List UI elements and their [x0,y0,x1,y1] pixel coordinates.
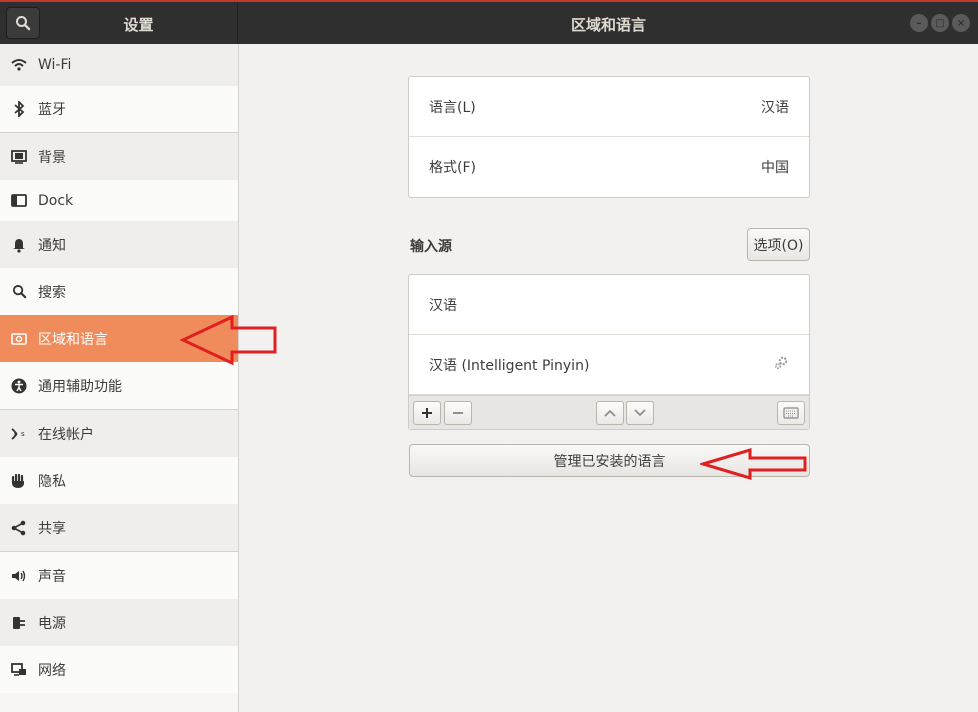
sidebar-header: 设置 [0,2,238,44]
window-controls: – □ × [910,14,970,32]
region-panel: 语言(L) 汉语 格式(F) 中国 [408,76,810,198]
sidebar-item-bluetooth[interactable]: 蓝牙 [0,86,238,132]
share-icon [10,519,28,537]
plus-icon [422,408,432,418]
sidebar-item-label: 在线帐户 [38,426,94,443]
input-source-label: 汉语 (Intelligent Pinyin) [429,357,590,374]
input-sources-panel: 汉语 汉语 (Intelligent Pinyin) [408,274,810,430]
online-accounts-icon: s [10,425,28,443]
privacy-hand-icon [10,472,28,490]
sidebar-item-network[interactable]: 网络 [0,646,238,693]
region-icon [10,330,28,348]
accessibility-icon [10,377,28,395]
wifi-icon [10,56,28,74]
maximize-button[interactable]: □ [931,14,949,32]
sidebar-item-sound[interactable]: 声音 [0,552,238,599]
move-up-button[interactable] [596,401,624,425]
input-sources-toolbar [409,395,809,429]
close-icon: × [956,17,966,29]
sidebar-item-label: 声音 [38,568,66,585]
add-input-source-button[interactable] [413,401,441,425]
sidebar-item-label: Dock [38,192,74,209]
input-source-row[interactable]: 汉语 (Intelligent Pinyin) [409,335,809,395]
language-value: 汉语 [761,99,789,116]
sidebar-item-label: 电源 [38,615,66,632]
sidebar-item-dock[interactable]: Dock [0,180,238,221]
chevron-down-icon [634,409,646,417]
sidebar-item-wifi[interactable]: Wi-Fi [0,44,238,86]
annotation-arrow [700,447,807,481]
bluetooth-icon [10,100,28,118]
dock-icon [10,192,28,210]
sidebar-item-label: 背景 [38,149,66,166]
format-row[interactable]: 格式(F) 中国 [409,137,809,197]
keyboard-layout-button[interactable] [777,401,805,425]
minimize-button[interactable]: – [910,14,928,32]
sidebar-item-background[interactable]: 背景 [0,133,238,180]
remove-input-source-button[interactable] [444,401,472,425]
sidebar-item-label: 通知 [38,237,66,254]
sidebar-item-label: 搜索 [38,284,66,301]
network-icon [10,661,28,679]
sidebar-item-search[interactable]: 搜索 [0,268,238,315]
sidebar-item-online-accounts[interactable]: s 在线帐户 [0,410,238,457]
sidebar-item-label: 区域和语言 [38,331,108,348]
search-icon [16,16,31,31]
sidebar-item-privacy[interactable]: 隐私 [0,457,238,504]
maximize-icon: □ [935,17,945,29]
sidebar-item-label: Wi-Fi [38,57,72,73]
bell-icon [10,236,28,254]
format-label: 格式(F) [429,160,476,176]
input-source-label: 汉语 [429,297,457,314]
sidebar: Wi-Fi 蓝牙 背景 Dock 通知 搜索 区域和语言 通用辅助功能 s 在线… [0,44,239,712]
input-sources-heading: 输入源 [410,239,452,255]
background-icon [10,148,28,166]
sidebar-item-label: 共享 [38,520,66,537]
sidebar-item-label: 通用辅助功能 [38,378,122,395]
minus-icon [453,412,463,414]
input-source-row[interactable]: 汉语 [409,275,809,335]
sidebar-item-notifications[interactable]: 通知 [0,221,238,268]
sidebar-item-power[interactable]: 电源 [0,599,238,646]
sidebar-item-label: 隐私 [38,473,66,490]
move-down-button[interactable] [626,401,654,425]
speaker-icon [10,567,28,585]
header-bar: 设置 区域和语言 – □ × [0,0,978,44]
page-title: 区域和语言 [570,16,646,34]
sidebar-item-label: 网络 [38,662,66,679]
sidebar-item-accessibility[interactable]: 通用辅助功能 [0,362,238,409]
gear-icon[interactable] [773,355,789,375]
keyboard-icon [783,407,799,419]
sidebar-item-label: 蓝牙 [38,102,66,118]
power-plug-icon [10,614,28,632]
language-label: 语言(L) [429,99,476,116]
language-row[interactable]: 语言(L) 汉语 [409,77,809,137]
svg-text:s: s [21,430,25,438]
chevron-up-icon [604,409,616,417]
search-icon [10,283,28,301]
options-button[interactable]: 选项(O) [747,228,810,261]
close-button[interactable]: × [952,14,970,32]
annotation-arrow [180,314,277,366]
format-value: 中国 [761,160,789,176]
sidebar-item-sharing[interactable]: 共享 [0,504,238,551]
search-button[interactable] [6,7,40,39]
minimize-icon: – [916,17,922,29]
sidebar-title: 设置 [123,16,154,34]
